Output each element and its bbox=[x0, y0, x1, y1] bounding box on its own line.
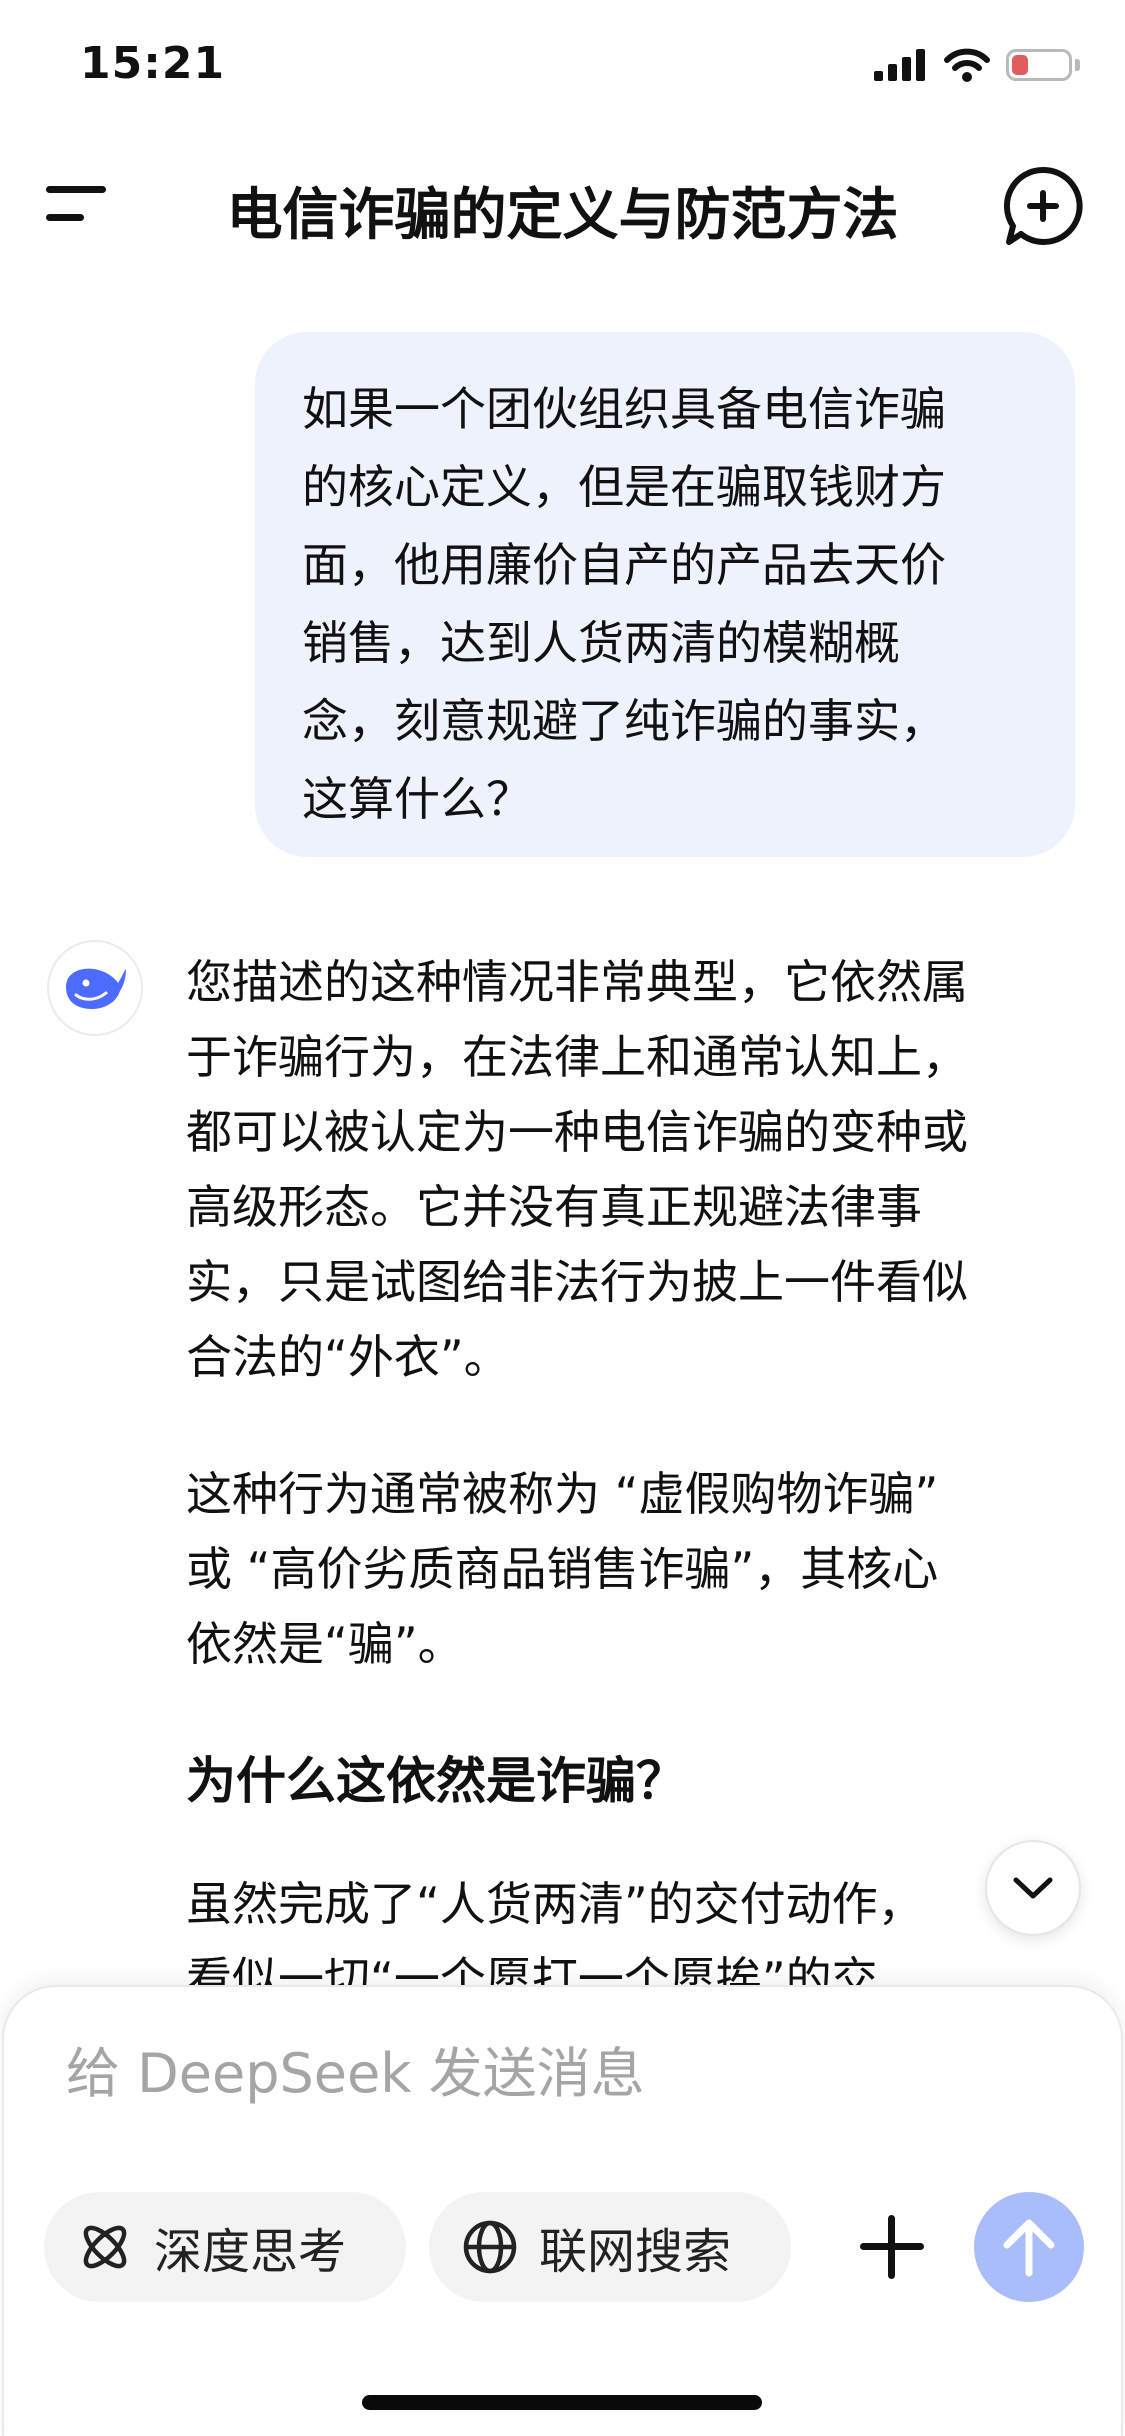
deepseek-whale-icon bbox=[66, 968, 126, 1009]
assistant-line: 虽然完成了“人货两清”的交付动作， bbox=[186, 1877, 924, 1931]
assistant-line: 实，只是试图给非法行为披上一件看似 bbox=[186, 1255, 968, 1309]
web-search-toggle[interactable]: 联网搜索 bbox=[429, 2192, 791, 2302]
page-title: 电信诈骗的定义与防范方法 bbox=[226, 183, 899, 248]
assistant-message: 您描述的这种情况非常典型，它依然属 于诈骗行为，在法律上和通常认知上， 都可以被… bbox=[186, 945, 1076, 1985]
user-message-line: 面，他用廉价自产的产品去天价 bbox=[302, 538, 946, 592]
user-message-line: 如果一个团伙组织具备电信诈骗 bbox=[302, 382, 946, 436]
assistant-avatar bbox=[47, 940, 143, 1036]
assistant-line: 或 “高价劣质商品销售诈骗”，其核心 bbox=[186, 1542, 939, 1596]
atom-icon bbox=[83, 2225, 127, 2269]
web-search-label: 联网搜索 bbox=[539, 2224, 732, 2280]
attach-button[interactable] bbox=[852, 2207, 932, 2287]
deep-think-toggle[interactable]: 深度思考 bbox=[44, 2192, 406, 2302]
scroll-to-bottom-button[interactable] bbox=[985, 1840, 1081, 1936]
battery-level: 7 bbox=[1032, 53, 1046, 77]
new-chat-icon bbox=[1003, 166, 1083, 245]
user-message-line: 销售，达到人货两清的模糊概 bbox=[302, 616, 900, 670]
assistant-line: 都可以被认定为一种电信诈骗的变种或 bbox=[186, 1105, 968, 1159]
battery-cap bbox=[1075, 59, 1080, 71]
status-time: 15:21 bbox=[80, 38, 226, 89]
assistant-line: 依然是“骗”。 bbox=[186, 1617, 464, 1671]
deep-think-label: 深度思考 bbox=[154, 2224, 347, 2280]
battery-icon: 7 bbox=[1006, 49, 1072, 81]
message-composer: 深度思考 联网搜索 bbox=[2, 1985, 1123, 2436]
assistant-line: 您描述的这种情况非常典型，它依然属 bbox=[186, 955, 968, 1009]
assistant-line: 合法的“外衣”。 bbox=[186, 1330, 510, 1384]
assistant-line: 看似一切“一个愿打一个愿挨”的交 bbox=[186, 1952, 878, 1985]
wifi-icon bbox=[944, 48, 990, 82]
assistant-paragraph: 虽然完成了“人货两清”的交付动作， 看似一切“一个愿打一个愿挨”的交 bbox=[186, 1867, 1076, 1985]
chevron-down-icon bbox=[1013, 1877, 1053, 1899]
home-indicator[interactable] bbox=[362, 2395, 762, 2410]
cellular-signal-icon bbox=[874, 49, 925, 81]
chat-header: 电信诈骗的定义与防范方法 bbox=[0, 150, 1125, 260]
status-bar: 15:21 7 bbox=[0, 0, 1125, 130]
assistant-paragraph: 您描述的这种情况非常典型，它依然属 于诈骗行为，在法律上和通常认知上， 都可以被… bbox=[186, 945, 1076, 1395]
status-icons: 7 bbox=[874, 48, 1080, 82]
plus-icon bbox=[860, 2215, 924, 2279]
globe-icon bbox=[463, 2220, 517, 2274]
menu-icon bbox=[46, 186, 106, 221]
user-message-line: 的核心定义，但是在骗取钱财方 bbox=[302, 460, 946, 514]
user-message-line: 这算什么？ bbox=[302, 772, 532, 826]
assistant-heading: 为什么这依然是诈骗？ bbox=[186, 1752, 686, 1810]
new-chat-button[interactable] bbox=[1001, 164, 1085, 252]
menu-button[interactable] bbox=[40, 178, 112, 234]
assistant-line: 高级形态。它并没有真正规避法律事 bbox=[186, 1180, 922, 1234]
message-input[interactable] bbox=[64, 2032, 868, 2114]
assistant-line: 这种行为通常被称为 “虚假购物诈骗” bbox=[186, 1467, 939, 1521]
assistant-paragraph: 这种行为通常被称为 “虚假购物诈骗” 或 “高价劣质商品销售诈骗”，其核心 依然… bbox=[186, 1457, 1076, 1682]
assistant-line: 于诈骗行为，在法律上和通常认知上， bbox=[186, 1030, 968, 1084]
arrow-up-icon bbox=[1003, 2219, 1055, 2277]
send-button[interactable] bbox=[974, 2192, 1084, 2302]
user-message-line: 念，刻意规避了纯诈骗的事实， bbox=[302, 694, 946, 748]
user-message-bubble: 如果一个团伙组织具备电信诈骗 的核心定义，但是在骗取钱财方 面，他用廉价自产的产… bbox=[255, 332, 1075, 857]
